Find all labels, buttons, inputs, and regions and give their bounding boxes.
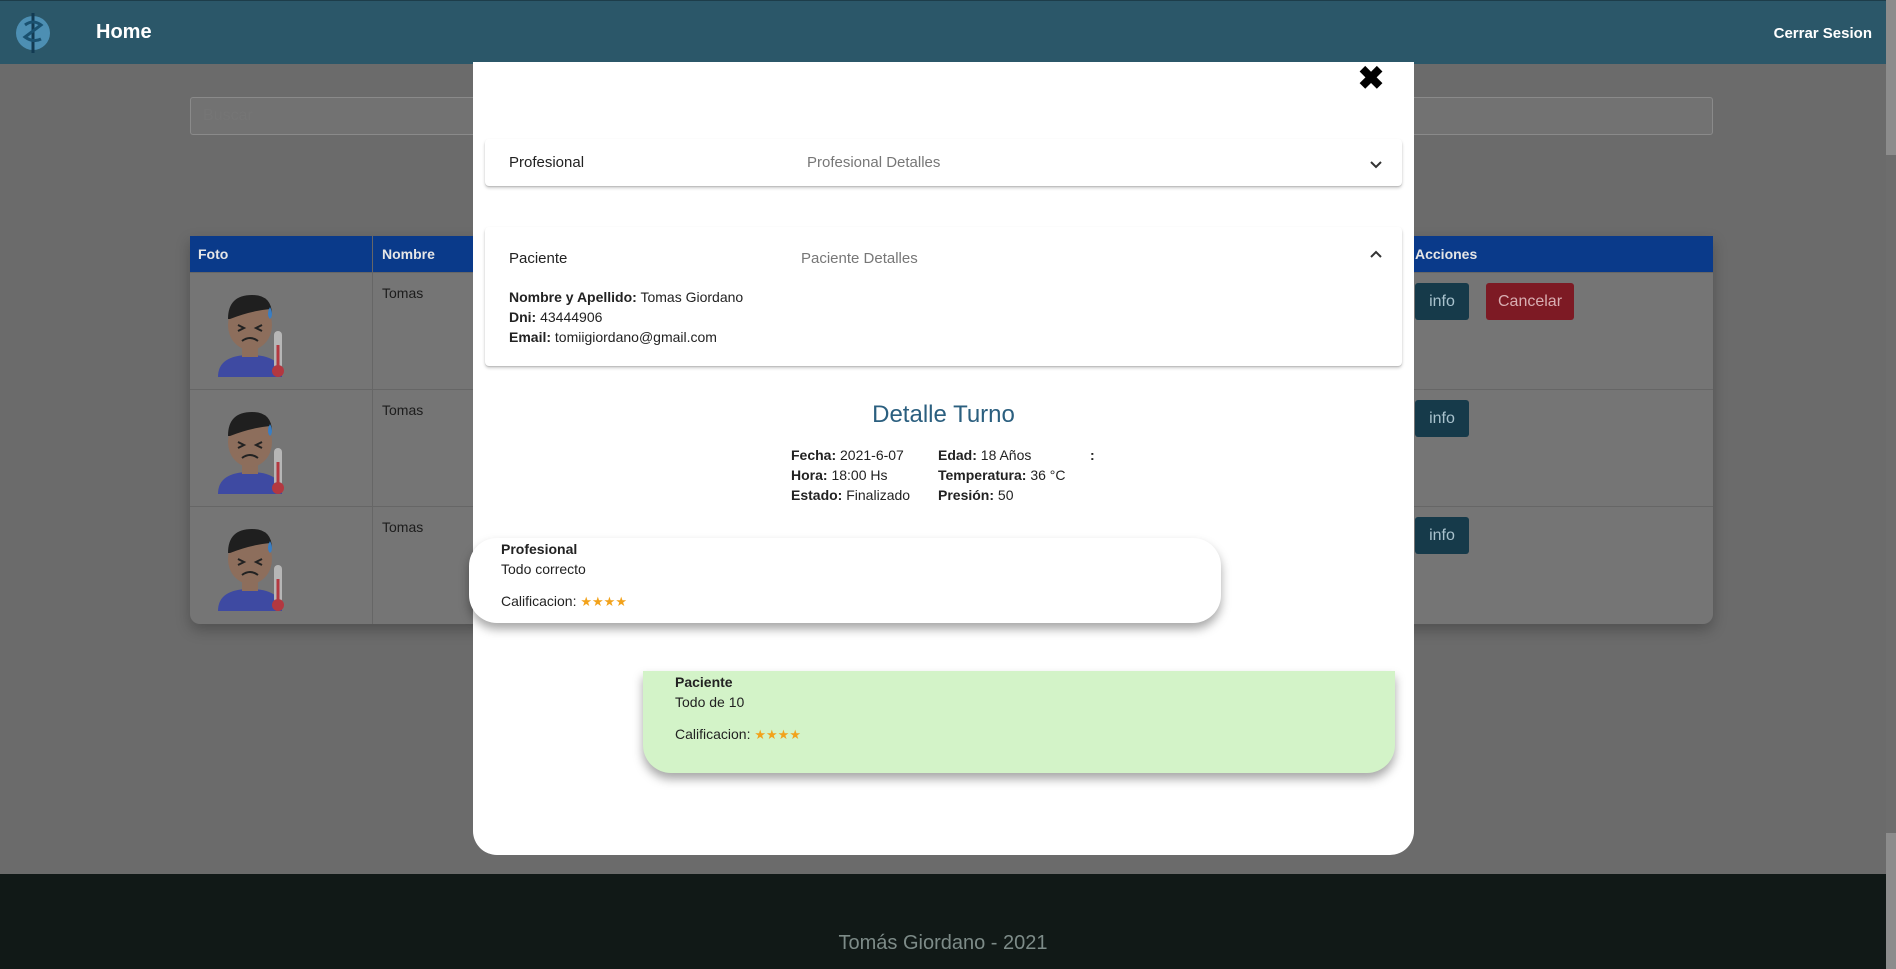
info-button[interactable]: info bbox=[1415, 517, 1469, 554]
footer-text: Tomás Giordano - 2021 bbox=[838, 932, 1048, 954]
sick-patient-avatar bbox=[218, 412, 284, 494]
patient-dni: Dni: 43444906 bbox=[509, 309, 603, 325]
chevron-up-icon[interactable] bbox=[1369, 247, 1383, 261]
extra-field: : bbox=[1090, 447, 1095, 463]
header-foto: Foto bbox=[198, 246, 229, 262]
review-text: Todo de 10 bbox=[675, 694, 745, 710]
review-rating: Calificacion: ★★★★ bbox=[675, 726, 801, 743]
review-text: Todo correcto bbox=[501, 561, 586, 577]
sick-patient-avatar bbox=[218, 529, 284, 611]
paciente-review: Paciente Todo de 10 Calificacion: ★★★★ bbox=[643, 671, 1395, 773]
logo-icon[interactable] bbox=[14, 9, 52, 57]
info-button[interactable]: info bbox=[1415, 283, 1469, 320]
hora-field: Hora: 18:00 Hs bbox=[791, 467, 888, 483]
patient-name: Tomas bbox=[382, 519, 424, 535]
appointment-detail-modal: ✖ Profesional Profesional Detalles Pacie… bbox=[469, 62, 1414, 855]
fecha-field: Fecha: 2021-6-07 bbox=[791, 447, 904, 463]
edad-field: Edad: 18 Años bbox=[938, 447, 1032, 463]
close-icon[interactable]: ✖ bbox=[1355, 62, 1387, 94]
star-rating-icons: ★★★★ bbox=[754, 728, 801, 743]
detalle-turno-title: Detalle Turno bbox=[872, 401, 1015, 428]
review-author: Profesional bbox=[501, 541, 578, 557]
profesional-review: Profesional Todo correcto Calificacion: … bbox=[469, 538, 1221, 623]
chevron-down-icon[interactable] bbox=[1369, 158, 1383, 172]
panel-title: Paciente bbox=[509, 250, 568, 267]
patient-name: Tomas bbox=[382, 285, 424, 301]
scrollbar-thumb[interactable] bbox=[1886, 155, 1896, 833]
panel-description: Paciente Detalles bbox=[801, 250, 918, 267]
cancel-button[interactable]: Cancelar bbox=[1486, 283, 1574, 320]
patient-name: Tomas bbox=[382, 402, 424, 418]
header-acciones: Acciones bbox=[1415, 246, 1478, 262]
star-rating-icons: ★★★★ bbox=[580, 595, 627, 610]
estado-field: Estado: Finalizado bbox=[791, 487, 911, 503]
panel-title: Profesional bbox=[509, 154, 585, 171]
profesional-expansion-panel[interactable]: Profesional Profesional Detalles bbox=[485, 139, 1402, 186]
navbar: Home Cerrar Sesion bbox=[0, 0, 1886, 64]
paciente-expansion-panel[interactable]: Paciente Paciente Detalles Nombre y Apel… bbox=[485, 227, 1402, 366]
review-rating: Calificacion: ★★★★ bbox=[501, 593, 627, 610]
presion-field: Presión: 50 bbox=[938, 487, 1014, 503]
logout-link[interactable]: Cerrar Sesion bbox=[1774, 25, 1872, 42]
header-nombre: Nombre bbox=[382, 246, 435, 262]
temperatura-field: Temperatura: 36 °C bbox=[938, 467, 1066, 483]
patient-fullname: Nombre y Apellido: Tomas Giordano bbox=[509, 289, 744, 305]
sick-patient-avatar bbox=[218, 295, 284, 377]
panel-description: Profesional Detalles bbox=[807, 154, 941, 171]
footer: Tomás Giordano - 2021 bbox=[0, 874, 1886, 969]
info-button[interactable]: info bbox=[1415, 400, 1469, 437]
nav-home-link[interactable]: Home bbox=[96, 21, 152, 44]
patient-email: Email: tomiigiordano@gmail.com bbox=[509, 329, 717, 345]
review-author: Paciente bbox=[675, 674, 733, 690]
